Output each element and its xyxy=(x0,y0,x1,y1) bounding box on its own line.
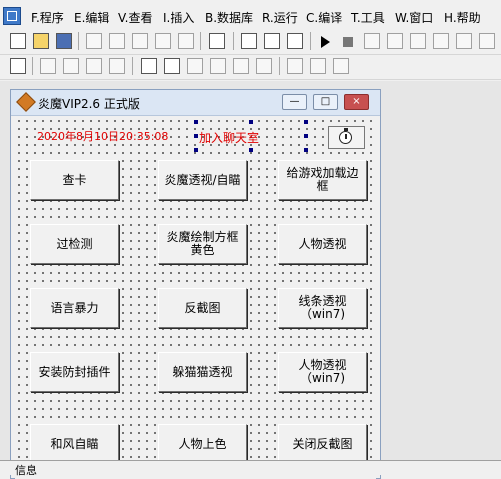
form-properties-icon[interactable] xyxy=(10,58,26,74)
player-esp-button[interactable]: 人物透视 xyxy=(278,224,367,264)
find-icon[interactable] xyxy=(209,33,225,49)
hide-and-seek-esp-button[interactable]: 躲猫猫透视 xyxy=(158,352,247,392)
window-layout-icon[interactable] xyxy=(241,33,257,49)
standard-toolbar xyxy=(0,30,501,55)
undo-icon[interactable] xyxy=(155,33,171,49)
toolbar-separator xyxy=(132,57,133,75)
menu-bar: F.程序 E.编辑 V.查看 I.插入 B.数据库 R.运行 C.编译 T.工具… xyxy=(0,0,501,31)
run-icon[interactable] xyxy=(321,36,330,48)
bypass-detection-button[interactable]: 过检测 xyxy=(30,224,119,264)
menu-tools[interactable]: T.工具 xyxy=(351,9,385,26)
run-to-cursor-icon[interactable] xyxy=(433,33,449,49)
timer-component[interactable] xyxy=(328,126,365,149)
open-folder-icon[interactable] xyxy=(33,33,49,49)
save-icon[interactable] xyxy=(56,33,72,49)
selection-handle[interactable] xyxy=(194,120,198,124)
hefeng-aimbot-button[interactable]: 和风自瞄 xyxy=(30,424,119,464)
flame-icon xyxy=(16,92,36,112)
toolbar-separator xyxy=(233,32,234,50)
space-evenly-v-icon[interactable] xyxy=(310,58,326,74)
design-form-window: 炎魔VIP2.6 正式版 — □ × 2020年8月10日20:35:08 加入… xyxy=(10,89,381,479)
toolbar-separator xyxy=(279,57,280,75)
player-color-button[interactable]: 人物上色 xyxy=(158,424,247,464)
toolbar-separator xyxy=(32,57,33,75)
menu-database[interactable]: B.数据库 xyxy=(205,9,253,26)
menu-help[interactable]: H.帮助 xyxy=(444,9,481,26)
vertical-spacing-icon[interactable] xyxy=(256,58,272,74)
menu-insert[interactable]: I.插入 xyxy=(163,9,194,26)
watch-icon[interactable] xyxy=(479,33,495,49)
align-left-icon[interactable] xyxy=(40,58,56,74)
yanmo-esp-aimbot-button[interactable]: 炎魔透视/自瞄 xyxy=(158,160,247,200)
same-width-icon[interactable] xyxy=(187,58,203,74)
copy-icon[interactable] xyxy=(109,33,125,49)
toolbar-separator xyxy=(310,32,311,50)
draw-yellow-box-button[interactable]: 炎魔绘制方框黄色 xyxy=(158,224,247,264)
cut-icon[interactable] xyxy=(86,33,102,49)
toolbar-separator xyxy=(78,32,79,50)
datetime-label: 2020年8月10日20:35:08 xyxy=(37,130,169,143)
app-icon xyxy=(3,7,21,25)
align-toolbar xyxy=(0,55,501,80)
install-antiban-button[interactable]: 安装防封插件 xyxy=(30,352,119,392)
designer-workspace: 炎魔VIP2.6 正式版 — □ × 2020年8月10日20:35:08 加入… xyxy=(0,81,501,479)
paste-icon[interactable] xyxy=(132,33,148,49)
close-button[interactable]: × xyxy=(344,94,369,110)
selection-handle[interactable] xyxy=(194,134,198,138)
horizontal-spacing-icon[interactable] xyxy=(233,58,249,74)
menu-view[interactable]: V.查看 xyxy=(118,9,152,26)
menu-edit[interactable]: E.编辑 xyxy=(74,9,109,26)
menu-window[interactable]: W.窗口 xyxy=(395,9,433,26)
minimize-button[interactable]: — xyxy=(282,94,307,110)
toolbar-separator xyxy=(200,32,201,50)
menu-run[interactable]: R.运行 xyxy=(262,9,298,26)
form-titlebar[interactable]: 炎魔VIP2.6 正式版 — □ × xyxy=(11,90,380,116)
selection-handle[interactable] xyxy=(304,148,308,152)
step-over-icon[interactable] xyxy=(387,33,403,49)
center-in-form-icon[interactable] xyxy=(333,58,349,74)
form-title: 炎魔VIP2.6 正式版 xyxy=(38,97,140,111)
disable-anti-screenshot-button[interactable]: 关闭反截图 xyxy=(278,424,367,464)
selection-handle[interactable] xyxy=(194,148,198,152)
breakpoint-icon[interactable] xyxy=(456,33,472,49)
player-esp-win7-button[interactable]: 人物透视（win7) xyxy=(278,352,367,392)
selection-handle[interactable] xyxy=(249,120,253,124)
align-top-icon[interactable] xyxy=(86,58,102,74)
check-card-button[interactable]: 查卡 xyxy=(30,160,119,200)
menu-file[interactable]: F.程序 xyxy=(31,9,64,26)
center-horizontal-icon[interactable] xyxy=(141,58,157,74)
info-bar: 信息 xyxy=(0,460,501,477)
form-canvas[interactable]: 2020年8月10日20:35:08 加入聊天室 查卡 炎魔透视/自瞄 给游戏加… xyxy=(15,117,376,479)
form-view-icon[interactable] xyxy=(264,33,280,49)
same-height-icon[interactable] xyxy=(210,58,226,74)
selection-handle[interactable] xyxy=(249,148,253,152)
line-esp-win7-button[interactable]: 线条透视（win7) xyxy=(278,288,367,328)
center-vertical-icon[interactable] xyxy=(164,58,180,74)
redo-icon[interactable] xyxy=(178,33,194,49)
chat-spam-button[interactable]: 语言暴力 xyxy=(30,288,119,328)
align-right-icon[interactable] xyxy=(63,58,79,74)
step-into-icon[interactable] xyxy=(364,33,380,49)
selection-handle[interactable] xyxy=(304,120,308,124)
stopwatch-icon xyxy=(339,131,352,144)
code-view-icon[interactable] xyxy=(287,33,303,49)
align-bottom-icon[interactable] xyxy=(109,58,125,74)
new-file-icon[interactable] xyxy=(10,33,26,49)
maximize-button[interactable]: □ xyxy=(313,94,338,110)
space-evenly-h-icon[interactable] xyxy=(287,58,303,74)
join-chat-label[interactable]: 加入聊天室 xyxy=(199,129,259,146)
step-out-icon[interactable] xyxy=(410,33,426,49)
menu-compile[interactable]: C.编译 xyxy=(306,9,342,26)
add-game-border-button[interactable]: 给游戏加载边框 xyxy=(278,160,367,200)
anti-screenshot-button[interactable]: 反截图 xyxy=(158,288,247,328)
selection-handle[interactable] xyxy=(304,134,308,138)
info-label: 信息 xyxy=(15,464,37,477)
stop-icon[interactable] xyxy=(343,37,353,47)
